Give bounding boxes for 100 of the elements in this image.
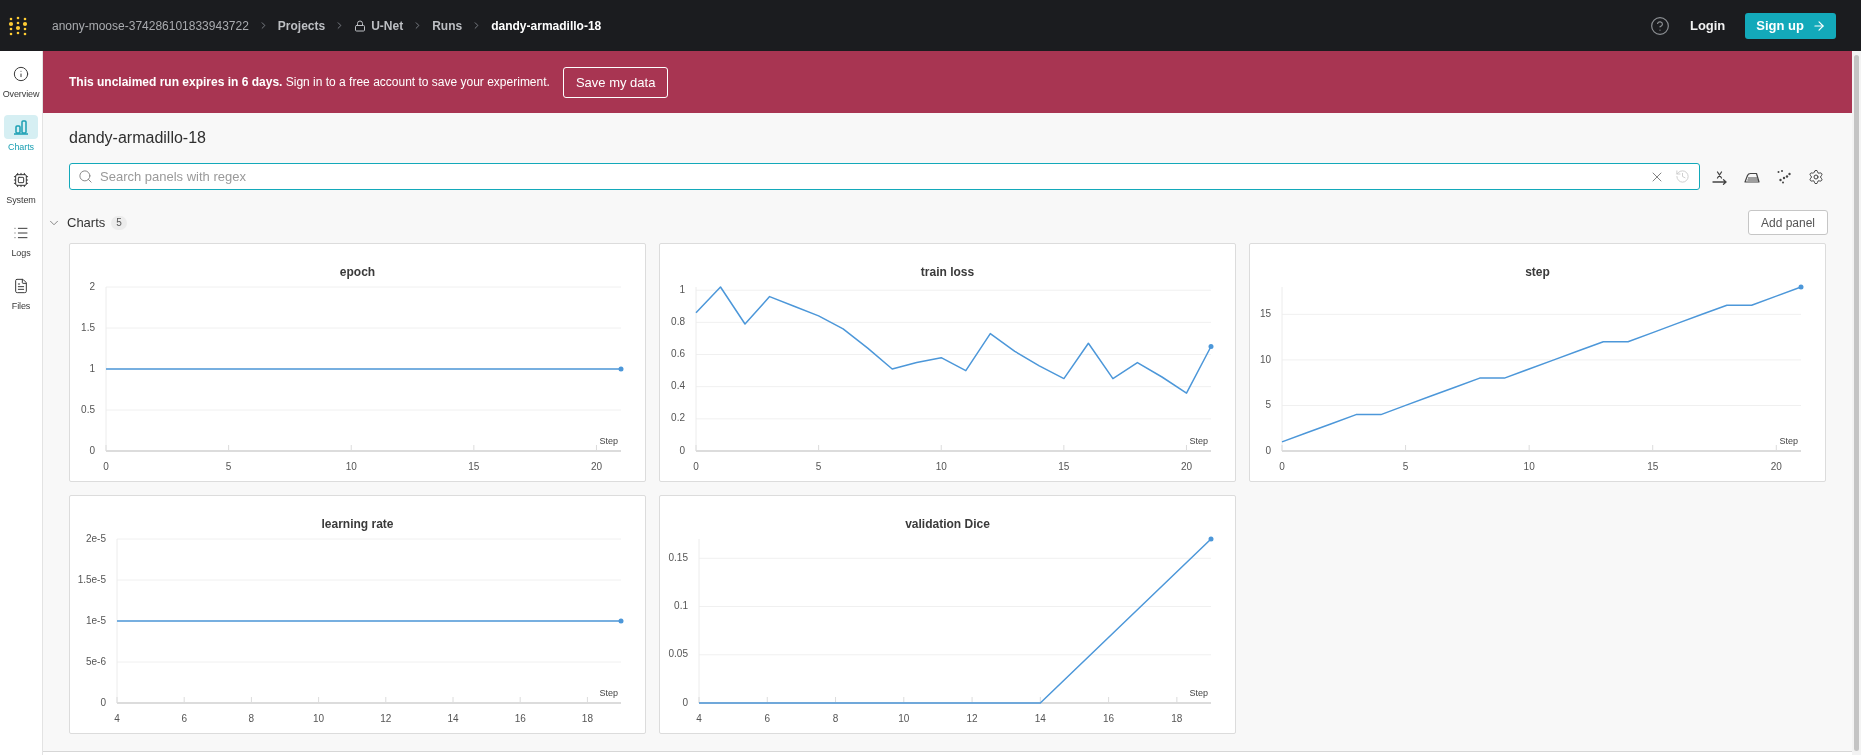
x-tick-label: 4	[696, 713, 702, 724]
end-point-marker	[618, 618, 624, 624]
x-tick-label: 5	[1402, 461, 1409, 472]
breadcrumb-link[interactable]: Runs	[432, 18, 463, 33]
search-icon	[78, 169, 93, 184]
y-tick-label: 5	[1265, 399, 1271, 411]
y-tick-label: 0.1	[674, 600, 688, 612]
info-icon	[13, 66, 29, 82]
end-point-marker	[1798, 284, 1804, 290]
x-tick-label: 4	[114, 713, 120, 724]
scrollbar-thumb[interactable]	[1854, 55, 1859, 751]
chart-title: learning rate	[321, 516, 394, 533]
y-tick-label: 0.05	[668, 648, 688, 660]
sidebar-item[interactable]: Logs	[4, 221, 38, 260]
x-tick-label: 16	[514, 713, 526, 724]
y-tick-label: 0.15	[668, 551, 688, 563]
breadcrumb-link[interactable]: anony-moose-374286101833943722	[52, 18, 249, 33]
chart-title: train loss	[920, 264, 975, 281]
y-tick-label: 1	[679, 283, 685, 295]
x-arrow-icon[interactable]	[1712, 168, 1728, 185]
x-tick-label: 16	[1103, 713, 1115, 724]
y-tick-label: 0.6	[671, 348, 685, 360]
x-tick-label: 15	[468, 461, 480, 472]
list-icon	[13, 225, 29, 241]
y-tick-label: 0	[1265, 444, 1271, 456]
sidebar-item[interactable]: System	[4, 168, 38, 207]
x-tick-label: 18	[581, 713, 593, 724]
x-tick-label: 10	[898, 713, 910, 724]
x-tick-label: 5	[815, 461, 822, 472]
chart-title: validation Dice	[905, 516, 990, 533]
x-axis-label: Step	[599, 688, 618, 698]
y-tick-label: 1e-5	[86, 614, 106, 626]
save-my-data-button[interactable]: Save my data	[562, 66, 669, 98]
breadcrumb-link[interactable]: dandy-armadillo-18	[491, 18, 602, 33]
y-tick-label: 2	[89, 280, 95, 292]
x-tick-label: 6	[181, 713, 187, 724]
x-tick-label: 10	[313, 713, 325, 724]
panel-count-badge: 5	[111, 215, 127, 230]
x-tick-label: 12	[380, 713, 392, 724]
y-tick-label: 0.2	[671, 412, 685, 424]
banner-message: This unclaimed run expires in 6 days. Sign in to a free account to save your experiment.	[69, 75, 550, 89]
settings-icon[interactable]	[1808, 168, 1824, 185]
x-tick-label: 12	[966, 713, 978, 724]
y-tick-label: 5e-6	[86, 655, 106, 667]
chart-title: step	[1525, 264, 1550, 281]
y-tick-label: 0.4	[671, 380, 685, 392]
x-tick-label: 20	[1770, 461, 1782, 472]
x-axis-label: Step	[599, 436, 618, 446]
x-tick-label: 14	[1034, 713, 1046, 724]
y-tick-label: 1	[89, 362, 95, 374]
file-icon	[13, 278, 29, 294]
x-tick-label: 0	[1279, 461, 1285, 472]
x-tick-label: 8	[832, 713, 839, 724]
x-axis-label: Step	[1189, 688, 1208, 698]
bar-chart-icon	[4, 115, 38, 139]
x-tick-label: 0	[693, 461, 699, 472]
y-tick-label: 0.8	[671, 316, 685, 327]
scatter-dots-icon[interactable]	[1776, 168, 1792, 185]
logo-icon[interactable]	[8, 15, 28, 36]
y-tick-label: 0	[682, 696, 688, 708]
y-tick-label: 0	[100, 696, 106, 708]
x-axis-label: Step	[1779, 436, 1798, 446]
y-tick-label: 1.5e-5	[77, 573, 106, 585]
y-tick-label: 15	[1259, 307, 1271, 319]
x-tick-label: 5	[225, 461, 232, 472]
y-tick-label: 0	[89, 444, 95, 456]
cpu-icon	[13, 172, 29, 188]
end-point-marker	[1208, 344, 1214, 349]
y-tick-label: 10	[1259, 353, 1271, 365]
search-field[interactable]: Search panels with regex	[69, 163, 1700, 190]
x-tick-label: 10	[935, 461, 947, 472]
help-icon[interactable]	[1649, 15, 1670, 36]
x-tick-label: 18	[1171, 713, 1183, 724]
sidebar-item[interactable]: Files	[4, 274, 38, 313]
add-panel-button[interactable]: Add panel	[1747, 210, 1828, 235]
end-point-marker	[1208, 536, 1214, 542]
chart-title: epoch	[339, 264, 376, 281]
login-link[interactable]: Login	[1689, 18, 1726, 33]
y-tick-label: 0.5	[81, 403, 95, 415]
x-tick-label: 15	[1058, 461, 1070, 472]
end-point-marker	[618, 366, 624, 372]
y-tick-label: 2e-5	[86, 532, 106, 544]
x-tick-label: 8	[248, 713, 255, 724]
breadcrumb-link[interactable]: U-Net	[354, 18, 404, 33]
y-tick-label: 0	[679, 444, 685, 456]
x-tick-label: 6	[764, 713, 771, 724]
x-axis-label: Step	[1189, 436, 1208, 446]
run-title: dandy-armadillo-18	[69, 128, 206, 148]
lock-icon	[354, 19, 367, 32]
x-tick-label: 20	[1180, 461, 1193, 472]
section-title: Charts	[67, 215, 106, 230]
y-tick-label: 1.5	[81, 321, 95, 333]
x-tick-label: 0	[103, 461, 109, 472]
x-tick-label: 15	[1647, 461, 1659, 472]
x-tick-label: 20	[590, 461, 603, 472]
x-tick-label: 14	[447, 713, 459, 724]
breadcrumb-link[interactable]: Projects	[277, 18, 326, 33]
x-tick-label: 10	[345, 461, 357, 472]
sidebar-item[interactable]: Overview	[2, 62, 40, 101]
x-tick-label: 10	[1523, 461, 1535, 472]
